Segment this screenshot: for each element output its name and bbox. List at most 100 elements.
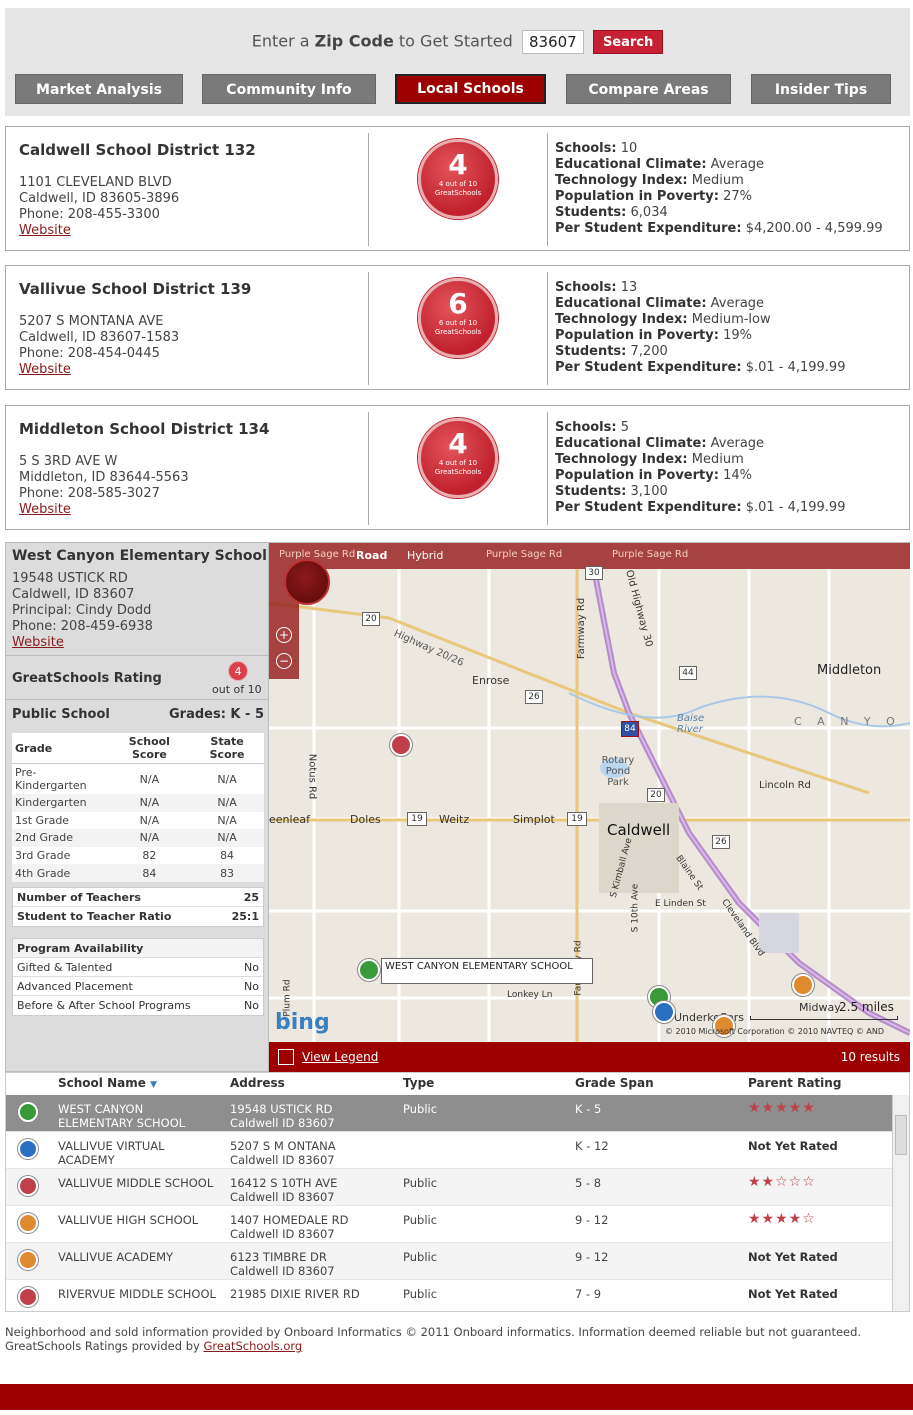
table-row[interactable]: VALLIVUE ACADEMY 6123 TIMBRE DR Caldwell … bbox=[6, 1243, 894, 1280]
divider bbox=[6, 699, 268, 700]
program-availability-box: Program Availability No Gifted & Talented… bbox=[12, 938, 264, 1016]
map-label: Caldwell bbox=[607, 821, 671, 839]
school-name-cell: VALLIVUE MIDDLE SCHOOL bbox=[58, 1176, 214, 1190]
table-row[interactable]: VALLIVUE MIDDLE SCHOOL 16412 S 10TH AVE C… bbox=[6, 1169, 894, 1206]
column-header-school-name[interactable]: School Name ▼ bbox=[58, 1076, 157, 1090]
school-marker-icon[interactable] bbox=[792, 974, 814, 996]
route-shield: 44 bbox=[679, 666, 697, 680]
bing-logo: bing bbox=[275, 1010, 330, 1035]
tab-community-info[interactable]: Community Info bbox=[202, 74, 376, 104]
type-cell: Public bbox=[403, 1213, 438, 1227]
parent-rating-text: Not Yet Rated bbox=[748, 1139, 838, 1153]
column-header-address[interactable]: Address bbox=[230, 1076, 285, 1090]
school-name-cell: VALLIVUE HIGH SCHOOL bbox=[58, 1213, 199, 1227]
school-name: West Canyon Elementary School bbox=[12, 548, 267, 564]
zoom-in-icon[interactable]: + bbox=[276, 627, 292, 643]
greatschools-rating-badge: 4 4 out of 10 GreatSchools bbox=[418, 418, 498, 498]
district-stats: Schools: 10 Educational Climate: Average… bbox=[555, 141, 883, 237]
search-button[interactable]: Search bbox=[592, 30, 664, 54]
table-row[interactable]: VALLIVUE VIRTUAL ACADEMY 5207 S M ONTANA… bbox=[6, 1132, 894, 1169]
score-cell: 82 bbox=[142, 849, 157, 863]
map-label: Notus Rd bbox=[306, 753, 318, 800]
district-website-link[interactable]: Website bbox=[19, 223, 71, 238]
stat-value: Medium bbox=[691, 173, 744, 188]
footer-bar bbox=[0, 1384, 913, 1410]
stat-value: 10 bbox=[620, 141, 638, 156]
stat-row: Students: 7,200 bbox=[555, 344, 845, 360]
route-shield: 26 bbox=[712, 835, 730, 849]
stat-label: Technology Index: bbox=[555, 312, 688, 327]
column-header-type[interactable]: Type bbox=[403, 1076, 434, 1090]
stat-value: $.01 - 4,199.99 bbox=[745, 360, 846, 375]
program-value: No bbox=[244, 961, 259, 974]
school-map[interactable]: Road Hybrid Purple Sage Rd Purple Sage R… bbox=[269, 542, 910, 1042]
map-label: Lonkey Ln bbox=[507, 990, 553, 1000]
grade-cell: 3rd Grade bbox=[15, 849, 71, 863]
stat-value: 19% bbox=[723, 328, 752, 343]
teachers-row: 25 Number of Teachers bbox=[13, 888, 263, 907]
divider bbox=[547, 412, 548, 525]
legend-list-icon[interactable] bbox=[278, 1049, 294, 1065]
address-line: Caldwell, ID 83605-3896 bbox=[19, 191, 180, 206]
school-website-link[interactable]: Website bbox=[12, 635, 64, 650]
divider bbox=[547, 272, 548, 385]
table-row[interactable]: WEST CANYON ELEMENTARY SCHOOL 19548 USTI… bbox=[6, 1095, 894, 1132]
results-scrollbar[interactable] bbox=[892, 1095, 909, 1311]
score-cell: N/A bbox=[108, 829, 191, 847]
zip-code-input[interactable]: 83607 bbox=[521, 30, 584, 54]
map-label: Purple Sage Rd bbox=[486, 549, 563, 560]
stat-value: 3,100 bbox=[630, 484, 668, 499]
school-info: 19548 USTICK RD Caldwell, ID 83607 Princ… bbox=[12, 571, 153, 651]
rating-subtext: 4 out of 10 bbox=[438, 459, 478, 467]
tab-insider-tips[interactable]: Insider Tips bbox=[751, 74, 891, 104]
school-marker-icon[interactable] bbox=[653, 1001, 675, 1023]
map-pan-compass-icon[interactable] bbox=[284, 559, 330, 605]
program-label: Before & After School Programs bbox=[17, 999, 191, 1012]
column-header-grade-span[interactable]: Grade Span bbox=[575, 1076, 654, 1090]
teacher-stats-box: 25 Number of Teachers 25:1 Student to Teac… bbox=[12, 887, 264, 927]
address-line: 1101 CLEVELAND BLVD bbox=[19, 175, 172, 190]
address-line: Caldwell, ID 83607-1583 bbox=[19, 330, 180, 345]
stat-row: Population in Poverty: 19% bbox=[555, 328, 845, 344]
map-hybrid-tab[interactable]: Hybrid bbox=[407, 549, 443, 562]
map-label: E Linden St bbox=[655, 899, 706, 909]
table-row[interactable]: VALLIVUE HIGH SCHOOL 1407 HOMEDALE RD Cal… bbox=[6, 1206, 894, 1243]
stat-label: Students: bbox=[555, 484, 627, 499]
zip-search-row: Enter a Zip Code to Get Started 83607 Se… bbox=[5, 30, 910, 54]
greatschools-link[interactable]: GreatSchools.org bbox=[203, 1339, 302, 1353]
table-row[interactable]: RIVERVUE MIDDLE SCHOOL 21985 DIXIE RIVER… bbox=[6, 1280, 894, 1311]
district-website-link[interactable]: Website bbox=[19, 362, 71, 377]
score-cell: N/A bbox=[217, 813, 237, 827]
tab-compare-areas[interactable]: Compare Areas bbox=[566, 74, 731, 104]
map-label: Doles bbox=[350, 813, 381, 826]
school-type: Public School bbox=[12, 707, 110, 722]
school-detail-panel: West Canyon Elementary School 19548 USTI… bbox=[5, 542, 269, 1072]
tab-market-analysis[interactable]: Market Analysis bbox=[15, 74, 183, 104]
column-header-parent-rating[interactable]: Parent Rating bbox=[748, 1076, 841, 1090]
tab-local-schools[interactable]: Local Schools bbox=[395, 74, 546, 104]
school-marker-icon[interactable] bbox=[358, 959, 380, 981]
zoom-out-icon[interactable]: − bbox=[276, 653, 292, 669]
program-value: No bbox=[244, 980, 259, 993]
map-label: Purple Sage Rd bbox=[279, 549, 356, 560]
scrollbar-thumb[interactable] bbox=[895, 1115, 907, 1155]
map-label: Baise River bbox=[677, 713, 705, 735]
stat-value: Average bbox=[710, 157, 765, 172]
map-scale-bar bbox=[750, 1016, 898, 1020]
district-name: Vallivue School District 139 bbox=[19, 280, 252, 298]
table-row: Kindergarten N/A N/A bbox=[12, 794, 264, 812]
view-legend-link[interactable]: View Legend bbox=[302, 1050, 378, 1064]
map-road-tab[interactable]: Road bbox=[356, 549, 387, 562]
divider bbox=[368, 133, 369, 246]
stat-row: Technology Index: Medium bbox=[555, 173, 883, 189]
stat-row: Per Student Expenditure: $4,200.00 - 4,5… bbox=[555, 221, 883, 237]
teachers-label: Number of Teachers bbox=[17, 891, 141, 904]
school-marker-icon[interactable] bbox=[390, 734, 412, 756]
stat-row: Students: 3,100 bbox=[555, 484, 845, 500]
address-line: 5207 S MONTANA AVE bbox=[19, 314, 164, 329]
address-line: Caldwell, ID 83607 bbox=[12, 587, 135, 602]
rating-number: 4 bbox=[448, 427, 468, 460]
grade-cell: 4th Grade bbox=[12, 864, 109, 882]
district-website-link[interactable]: Website bbox=[19, 502, 71, 517]
program-label: Advanced Placement bbox=[17, 980, 133, 993]
